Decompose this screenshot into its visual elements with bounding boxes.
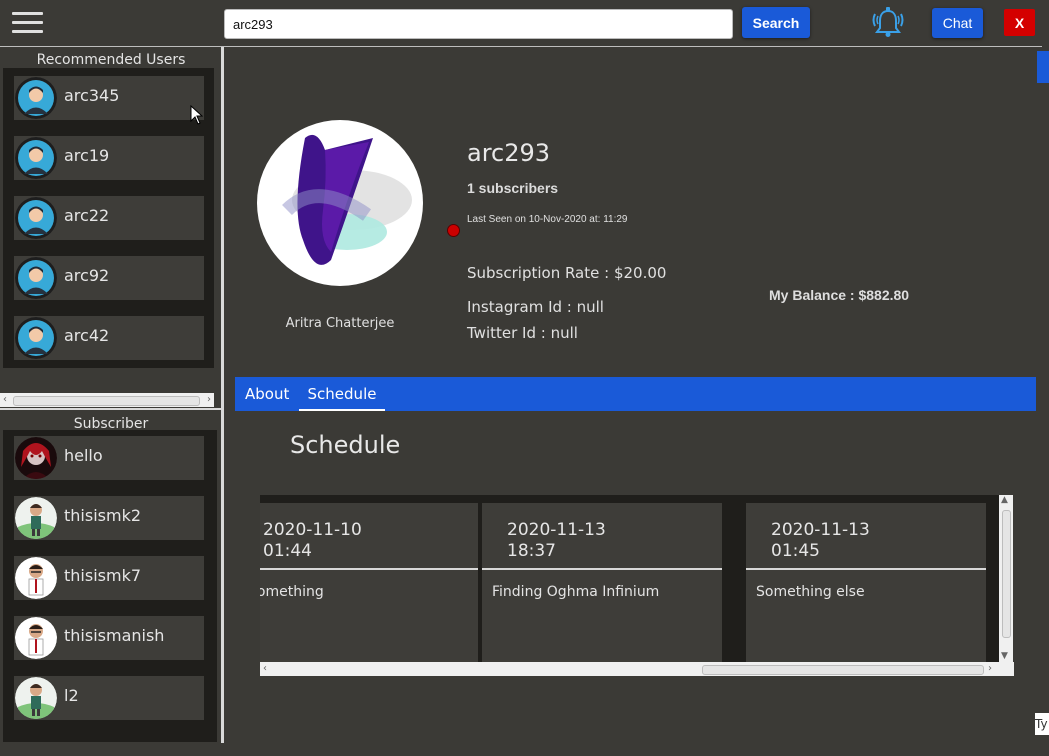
subscriber-item[interactable]: hello [14,436,204,480]
scroll-right-icon[interactable]: › [988,662,992,676]
user-avatar-icon [15,77,57,119]
recommended-users-panel: arc345 arc19 arc22 arc92 arc42 [3,68,214,368]
recommended-user-item[interactable]: arc19 [14,136,204,180]
schedule-horizontal-scrollbar[interactable]: ‹ › [260,662,1014,676]
user-name: l2 [64,686,79,705]
user-name: arc92 [64,266,110,285]
profile-logo-icon [282,134,412,265]
profile-username: arc293 [467,139,551,167]
subscriber-item[interactable]: l2 [14,676,204,720]
subscription-rate: Subscription Rate : $20.00 [467,264,667,282]
user-avatar-icon [15,677,57,719]
recommended-horizontal-scrollbar[interactable]: ‹ › [0,393,214,407]
chat-button[interactable]: Chat [932,8,983,38]
schedule-description: Finding Oghma Infinium [492,584,660,600]
scroll-left-icon[interactable]: ‹ [3,393,7,407]
scroll-up-icon[interactable]: ▲ [1001,495,1008,505]
recommended-user-item[interactable]: arc345 [14,76,204,120]
mouse-cursor-icon [190,105,203,125]
schedule-description: Something else [756,584,865,600]
user-name: arc22 [64,206,110,225]
user-avatar-icon [15,257,57,299]
search-button[interactable]: Search [742,7,810,38]
schedule-heading: Schedule [290,431,401,459]
subscriber-item[interactable]: thisismk2 [14,496,204,540]
schedule-carousel: 2020-11-10 01:44 Something 2020-11-13 18… [260,495,999,662]
user-name: thisismk2 [64,506,142,525]
card-divider [482,568,722,570]
schedule-card[interactable]: 2020-11-13 01:45 Something else [746,503,986,662]
recommended-user-item[interactable]: arc22 [14,196,204,240]
scroll-thumb[interactable] [702,665,984,675]
tab-schedule[interactable]: Schedule [299,377,385,411]
top-bar: Search Chat X [0,0,1049,46]
user-avatar-icon [15,557,57,599]
my-balance: My Balance : $882.80 [769,287,910,303]
subscriber-item[interactable]: thisismanish [14,616,204,660]
subscriber-count: 1 subscribers [467,180,559,196]
menu-icon[interactable] [12,12,43,34]
search-input[interactable] [224,9,733,39]
schedule-vertical-scrollbar[interactable]: ▲ ▼ [999,495,1013,662]
online-status-indicator [447,224,460,237]
schedule-description: Something [260,584,324,600]
user-avatar-icon [15,137,57,179]
user-name: arc42 [64,326,110,345]
page-scroll-thumb[interactable] [1037,51,1049,83]
scroll-down-icon[interactable]: ▼ [1001,651,1008,661]
schedule-date: 2020-11-13 18:37 [507,520,606,561]
recommended-user-item[interactable]: arc92 [14,256,204,300]
user-name: thisismanish [64,626,165,645]
subscriber-item[interactable]: thisismk7 [14,556,204,600]
profile-tabs: About Schedule [235,377,1036,411]
page-scrollbar[interactable] [1036,47,1049,756]
schedule-date: 2020-11-13 01:45 [771,520,870,561]
profile-picture [257,120,423,286]
sidebar-section-divider [0,408,222,410]
scroll-right-icon[interactable]: › [207,393,211,407]
schedule-card[interactable]: 2020-11-13 18:37 Finding Oghma Infinium [482,503,722,662]
user-name: arc19 [64,146,110,165]
close-button[interactable]: X [1004,9,1035,36]
user-avatar-icon [15,437,57,479]
subscriber-panel: hello thisismk2 thisismk7 thisismanish l… [3,430,217,742]
card-divider [260,568,478,570]
user-avatar-icon [15,317,57,359]
user-name: arc345 [64,86,120,105]
profile-full-name: Aritra Chatterjee [285,316,395,331]
user-avatar-icon [15,617,57,659]
sidebar: Recommended Users arc345 arc19 arc22 arc… [0,47,222,756]
last-seen: Last Seen on 10-Nov-2020 at: 11:29 [467,214,628,225]
scroll-thumb[interactable] [13,396,200,406]
user-name: thisismk7 [64,566,142,585]
tab-about[interactable]: About [245,377,289,411]
card-divider [746,568,986,570]
twitter-id: Twitter Id : null [467,324,578,342]
user-avatar-icon [15,197,57,239]
user-name: hello [64,446,103,465]
schedule-date: 2020-11-10 01:44 [263,520,362,561]
scroll-thumb[interactable] [1002,510,1011,638]
recommended-users-title: Recommended Users [36,52,186,68]
bell-icon[interactable] [870,4,906,40]
user-avatar-icon [15,497,57,539]
instagram-id: Instagram Id : null [467,298,604,316]
schedule-card[interactable]: 2020-11-10 01:44 Something [260,503,478,662]
recommended-user-item[interactable]: arc42 [14,316,204,360]
chat-input-peek[interactable]: Ty [1035,713,1049,735]
scroll-left-icon[interactable]: ‹ [263,662,267,676]
